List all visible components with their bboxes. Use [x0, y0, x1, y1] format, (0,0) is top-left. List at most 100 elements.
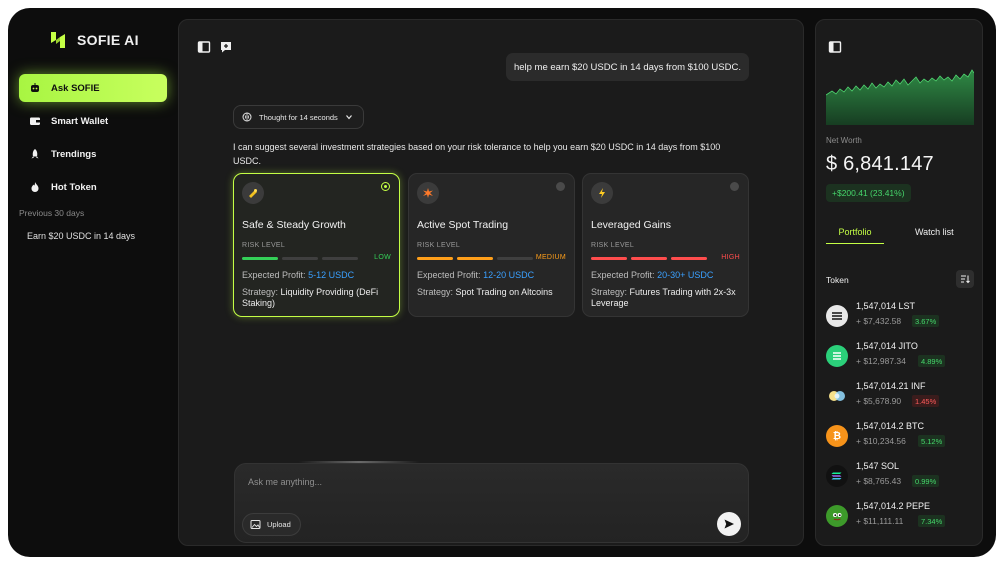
token-name: 1,547,014 JITO — [856, 341, 918, 351]
risk-level-label: RISK LEVEL — [242, 242, 286, 249]
tab-portfolio[interactable]: Portfolio — [826, 227, 884, 244]
brain-icon — [242, 112, 252, 122]
risk-bars — [417, 257, 533, 260]
risk-bars — [591, 257, 707, 260]
risk-level-value: LOW — [374, 254, 391, 261]
card-radio[interactable] — [556, 182, 565, 191]
solana-icon — [826, 465, 848, 487]
wallet-tabs: Portfolio Watch list — [826, 227, 974, 247]
token-name: 1,547,014 LST — [856, 301, 916, 311]
image-upload-icon — [250, 520, 261, 529]
net-worth-label: Net Worth — [826, 136, 862, 145]
token-change: 3.67% — [912, 315, 940, 327]
upload-button[interactable]: Upload — [242, 513, 301, 536]
user-message: help me earn $20 USDC in 14 days from $1… — [505, 53, 749, 81]
token-change: 4.89% — [918, 355, 946, 367]
card-title: Safe & Steady Growth — [242, 219, 346, 231]
inf-icon — [826, 385, 848, 407]
token-name: 1,547,014.21 INF — [856, 381, 926, 391]
token-row-btc[interactable]: ₿ 1,547,014.2 BTC + $10,234.56 5.12% — [826, 421, 976, 453]
app-window: SOFIE AI Ask SOFIE Smart Wallet Trending… — [8, 8, 996, 557]
assistant-answer: I can suggest several investment strateg… — [233, 142, 721, 166]
token-value: + $12,987.34 — [856, 356, 906, 366]
sidebar-item-label: Trendings — [51, 148, 97, 160]
strategy-text: Strategy: Futures Trading with 2x-3x Lev… — [591, 287, 736, 308]
strategy-card-active[interactable]: Active Spot Trading RISK LEVEL MEDIUM Ex… — [408, 173, 575, 317]
chevron-down-icon — [345, 115, 352, 120]
wallet-panel: Net Worth $ 6,841.147 +$200.41 (23.41%) … — [815, 19, 983, 546]
panel-toggle-icon[interactable] — [828, 40, 842, 54]
upload-label: Upload — [267, 520, 291, 529]
card-radio[interactable] — [730, 182, 739, 191]
net-worth-sparkline — [826, 69, 974, 125]
thought-label: Thought for 14 seconds — [259, 112, 338, 122]
strategy-text: Strategy: Liquidity Providing (DeFi Stak… — [242, 287, 379, 308]
token-row-sol[interactable]: 1,547 SOL + $8,765.43 0.99% — [826, 461, 976, 493]
sidebar-item-label: Hot Token — [51, 181, 97, 193]
token-change: 5.12% — [918, 435, 946, 447]
chat-composer[interactable]: Ask me anything... Upload — [234, 463, 749, 543]
token-row-jito[interactable]: 1,547,014 JITO + $12,987.34 4.89% — [826, 341, 976, 373]
strategy-text: Strategy: Spot Trading on Altcoins — [417, 287, 553, 297]
token-value: + $10,234.56 — [856, 436, 906, 446]
shield-icon — [242, 182, 264, 204]
risk-bars — [242, 257, 358, 260]
rocket-icon — [29, 148, 41, 160]
flame-icon — [29, 181, 41, 193]
chat-input[interactable]: Ask me anything... — [248, 477, 322, 487]
thought-toggle[interactable]: Thought for 14 seconds — [233, 105, 364, 129]
wallet-icon — [29, 115, 41, 127]
pepe-icon — [826, 505, 848, 527]
lst-icon — [826, 305, 848, 327]
token-value: + $11,111.11 — [856, 516, 904, 526]
jito-icon — [826, 345, 848, 367]
net-worth-value: $ 6,841.147 — [826, 153, 934, 175]
sidebar-item-label: Ask SOFIE — [51, 82, 100, 94]
risk-level-value: MEDIUM — [535, 254, 566, 261]
card-title: Active Spot Trading — [417, 219, 509, 231]
send-icon — [724, 519, 734, 529]
brand-name: SOFIE AI — [77, 32, 139, 48]
sidebar-item-ask-sofie[interactable]: Ask SOFIE — [19, 74, 167, 102]
lightning-icon — [591, 182, 613, 204]
history-item[interactable]: Earn $20 USDC in 14 days — [27, 231, 135, 241]
expected-profit: Expected Profit: 20-30+ USDC — [591, 270, 714, 280]
chat-panel: help me earn $20 USDC in 14 days from $1… — [178, 19, 804, 546]
token-row-pepe[interactable]: 1,547,014.2 PEPE + $11,111.11 7.34% — [826, 501, 976, 533]
token-change: 0.99% — [912, 475, 940, 487]
sidebar-item-smart-wallet[interactable]: Smart Wallet — [19, 107, 167, 135]
sidebar: SOFIE AI Ask SOFIE Smart Wallet Trending… — [8, 8, 178, 557]
bitcoin-icon: ₿ — [826, 425, 848, 447]
token-change: 7.34% — [918, 515, 946, 527]
sort-icon — [961, 275, 970, 284]
expected-profit: Expected Profit: 12-20 USDC — [417, 270, 535, 280]
card-radio[interactable] — [381, 182, 390, 191]
risk-level-label: RISK LEVEL — [417, 242, 461, 249]
token-row-inf[interactable]: 1,547,014.21 INF + $5,678.90 1.45% — [826, 381, 976, 413]
sidebar-toggle-icon[interactable] — [197, 40, 211, 54]
risk-level-value: HIGH — [721, 254, 740, 261]
token-value: + $7,432.58 — [856, 316, 902, 326]
expected-profit: Expected Profit: 5-12 USDC — [242, 270, 355, 280]
tab-watch-list[interactable]: Watch list — [915, 227, 954, 237]
history-section-label: Previous 30 days — [19, 208, 85, 218]
strategy-card-leveraged[interactable]: Leveraged Gains RISK LEVEL HIGH Expected… — [582, 173, 749, 317]
risk-level-label: RISK LEVEL — [591, 242, 635, 249]
token-section-label: Token — [826, 275, 849, 285]
strategy-card-safe[interactable]: Safe & Steady Growth RISK LEVEL LOW Expe… — [233, 173, 400, 317]
token-value: + $5,678.90 — [856, 396, 902, 406]
new-chat-icon[interactable] — [219, 40, 233, 54]
sidebar-item-label: Smart Wallet — [51, 115, 109, 127]
brand: SOFIE AI — [48, 30, 139, 50]
send-button[interactable] — [717, 512, 741, 536]
token-row-lst[interactable]: 1,547,014 LST + $7,432.58 3.67% — [826, 301, 976, 333]
explosion-icon — [417, 182, 439, 204]
token-name: 1,547,014.2 BTC — [856, 421, 925, 431]
card-title: Leveraged Gains — [591, 219, 671, 231]
sidebar-item-trendings[interactable]: Trendings — [19, 140, 167, 168]
token-name: 1,547 SOL — [856, 461, 900, 471]
bot-icon — [29, 82, 41, 94]
token-change: 1.45% — [912, 395, 940, 407]
sort-button[interactable] — [956, 270, 974, 288]
sidebar-item-hot-token[interactable]: Hot Token — [19, 173, 167, 201]
